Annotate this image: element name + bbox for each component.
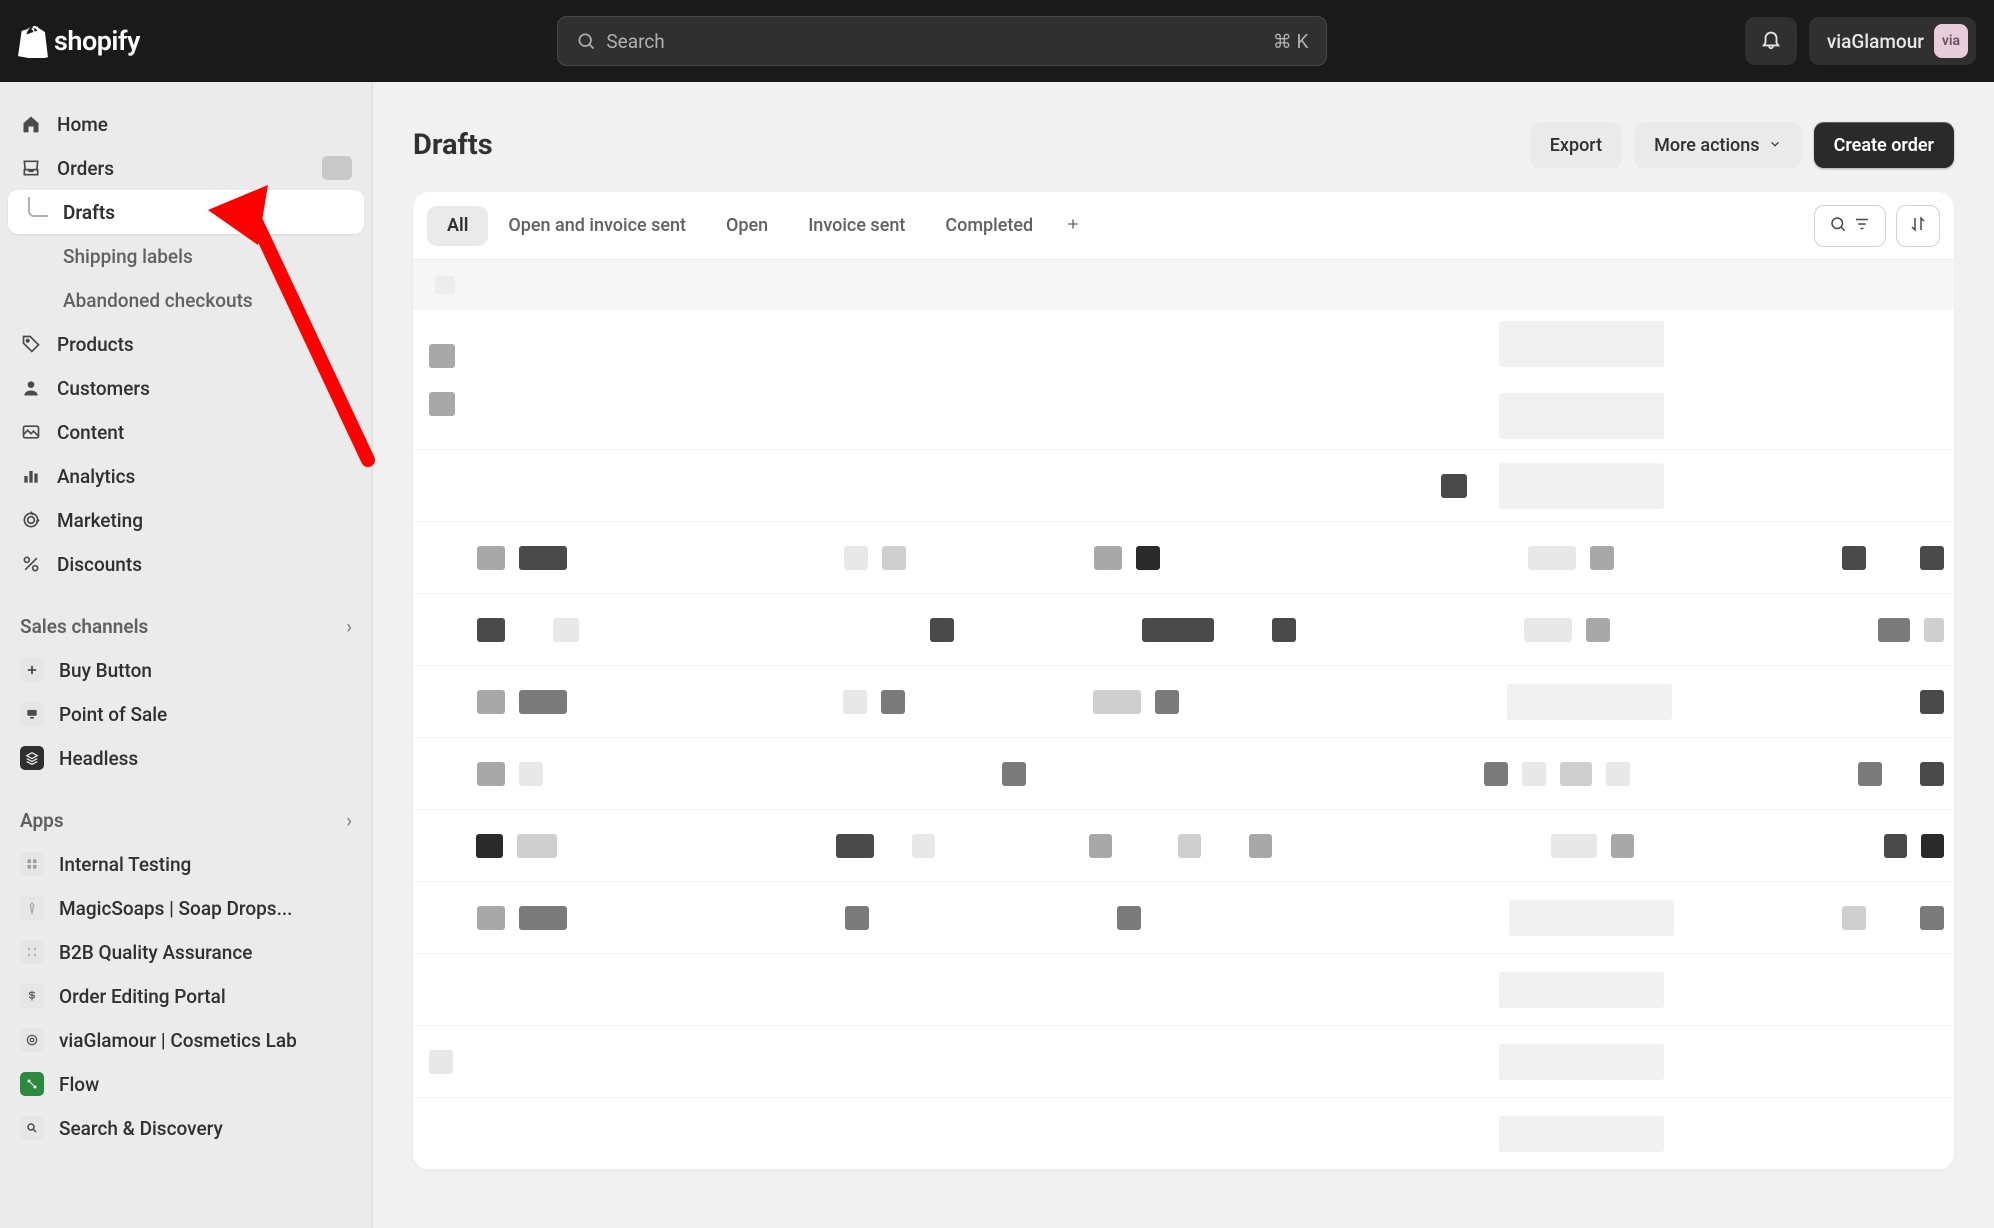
sidebar-item-buy-button[interactable]: Buy Button xyxy=(8,648,364,692)
table-row xyxy=(413,738,1954,810)
sidebar-subitem-shipping-labels[interactable]: Shipping labels xyxy=(8,234,364,278)
search-input[interactable]: Search ⌘ K xyxy=(557,16,1327,66)
search-placeholder: Search xyxy=(606,30,664,53)
tab-open[interactable]: Open xyxy=(706,206,788,246)
table-row xyxy=(413,522,1954,594)
table-row xyxy=(413,1026,1954,1098)
sidebar-item-products[interactable]: Products xyxy=(8,322,364,366)
table-row xyxy=(413,954,1954,1026)
layers-icon xyxy=(20,746,44,770)
tab-all[interactable]: All xyxy=(427,206,488,246)
export-button[interactable]: Export xyxy=(1530,122,1622,168)
dollar-icon xyxy=(20,984,44,1008)
sidebar-item-content[interactable]: Content xyxy=(8,410,364,454)
search-icon xyxy=(576,31,596,51)
shopify-bag-icon xyxy=(18,24,48,58)
table-row xyxy=(413,882,1954,954)
tree-connector-icon xyxy=(28,197,48,217)
tab-open-invoice-sent[interactable]: Open and invoice sent xyxy=(488,206,706,246)
sidebar-item-discounts[interactable]: Discounts xyxy=(8,542,364,586)
sort-button[interactable] xyxy=(1896,205,1940,247)
drafts-card: All Open and invoice sent Open Invoice s… xyxy=(413,192,1954,1170)
filter-icon xyxy=(1853,215,1871,237)
sidebar-app-order-editing[interactable]: Order Editing Portal xyxy=(8,974,364,1018)
tab-invoice-sent[interactable]: Invoice sent xyxy=(788,206,925,246)
plus-box-icon xyxy=(20,658,44,682)
grid-app-icon xyxy=(20,940,44,964)
tab-completed[interactable]: Completed xyxy=(925,206,1053,246)
sidebar: Home Orders Drafts Shipping labels Aband… xyxy=(0,82,373,1228)
table-row xyxy=(413,310,1954,450)
sidebar-item-headless[interactable]: Headless xyxy=(8,736,364,780)
chevron-down-icon xyxy=(1768,135,1782,156)
shopify-logo[interactable]: shopify xyxy=(18,24,140,58)
table-row xyxy=(413,810,1954,882)
person-icon xyxy=(20,378,42,398)
store-avatar: via xyxy=(1934,24,1968,58)
sidebar-item-customers[interactable]: Customers xyxy=(8,366,364,410)
add-view-button[interactable] xyxy=(1053,206,1093,246)
image-icon xyxy=(20,422,42,442)
store-name: viaGlamour xyxy=(1827,30,1924,53)
sidebar-item-orders[interactable]: Orders xyxy=(8,146,364,190)
circle-icon xyxy=(20,1028,44,1052)
sidebar-subitem-drafts[interactable]: Drafts xyxy=(8,190,364,234)
tag-icon xyxy=(20,334,42,354)
sidebar-app-b2b-qa[interactable]: B2B Quality Assurance xyxy=(8,930,364,974)
notifications-button[interactable] xyxy=(1745,17,1797,65)
drafts-table-loading xyxy=(413,260,1954,1170)
sidebar-item-point-of-sale[interactable]: Point of Sale xyxy=(8,692,364,736)
pos-icon xyxy=(20,702,44,726)
sidebar-app-flow[interactable]: Flow xyxy=(8,1062,364,1106)
search-icon xyxy=(1829,215,1847,237)
topbar: shopify Search ⌘ K viaGlamour via xyxy=(0,0,1994,82)
chevron-right-icon: › xyxy=(346,809,352,832)
search-filter-button[interactable] xyxy=(1814,205,1886,247)
sidebar-app-viaglamour[interactable]: viaGlamour | Cosmetics Lab xyxy=(8,1018,364,1062)
search-small-icon xyxy=(20,1116,44,1140)
sidebar-section-apps[interactable]: Apps › xyxy=(8,798,364,842)
sidebar-app-search-discovery[interactable]: Search & Discovery xyxy=(8,1106,364,1150)
flow-icon xyxy=(20,1072,44,1096)
bar-chart-icon xyxy=(20,466,42,486)
home-icon xyxy=(20,114,42,134)
tabbar: All Open and invoice sent Open Invoice s… xyxy=(413,192,1954,260)
sort-icon xyxy=(1909,215,1927,237)
target-icon xyxy=(20,510,42,530)
table-row xyxy=(413,1098,1954,1170)
sidebar-subitem-abandoned-checkouts[interactable]: Abandoned checkouts xyxy=(8,278,364,322)
percent-icon xyxy=(20,554,42,574)
chevron-right-icon: › xyxy=(346,615,352,638)
more-actions-button[interactable]: More actions xyxy=(1634,122,1801,168)
inbox-icon xyxy=(20,158,42,178)
sidebar-app-internal-testing[interactable]: Internal Testing xyxy=(8,842,364,886)
search-shortcut: ⌘ K xyxy=(1273,30,1309,53)
page-title: Drafts xyxy=(413,128,493,162)
sidebar-item-marketing[interactable]: Marketing xyxy=(8,498,364,542)
grid-icon xyxy=(20,852,44,876)
orders-count-badge xyxy=(322,156,352,180)
plus-icon xyxy=(1065,216,1081,236)
sidebar-app-magicsoaps[interactable]: MagicSoaps | Soap Drops... xyxy=(8,886,364,930)
sidebar-item-analytics[interactable]: Analytics xyxy=(8,454,364,498)
bell-icon xyxy=(1760,28,1782,54)
sidebar-item-home[interactable]: Home xyxy=(8,102,364,146)
sidebar-section-sales-channels[interactable]: Sales channels › xyxy=(8,604,364,648)
store-switcher[interactable]: viaGlamour via xyxy=(1809,17,1976,65)
table-row xyxy=(413,594,1954,666)
main-content: Drafts Export More actions Create order … xyxy=(373,82,1994,1228)
create-order-button[interactable]: Create order xyxy=(1814,122,1954,168)
table-row xyxy=(413,666,1954,738)
table-row xyxy=(413,450,1954,522)
pin-icon xyxy=(20,896,44,920)
shopify-wordmark: shopify xyxy=(54,25,140,57)
